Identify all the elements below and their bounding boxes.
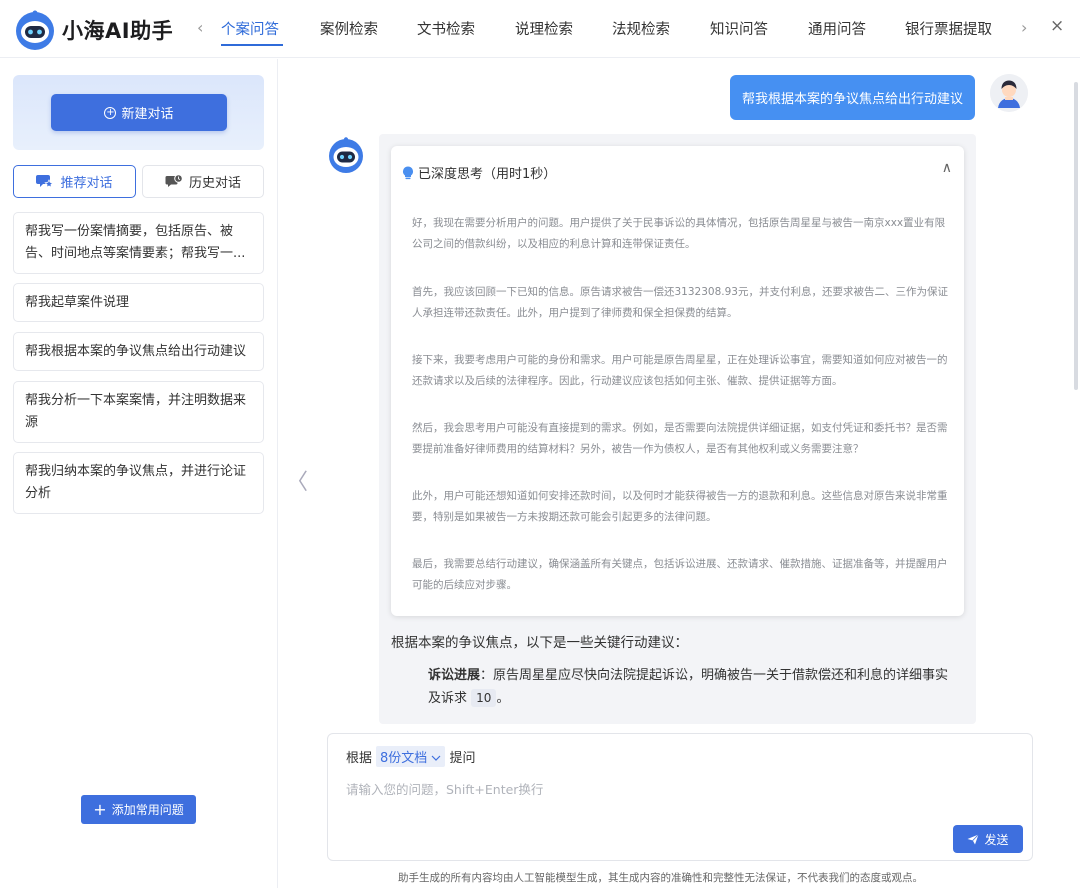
history-label: 历史对话	[188, 176, 241, 191]
history-chat-icon	[165, 174, 183, 187]
user-avatar-icon	[990, 74, 1028, 112]
close-icon[interactable]: ×	[1050, 16, 1064, 36]
documents-dropdown[interactable]: 8份文档	[376, 746, 446, 767]
suggestion-item[interactable]: 帮我归纳本案的争议焦点，并进行论证分析	[13, 452, 264, 514]
suggestion-item[interactable]: 帮我起草案件说理	[13, 283, 264, 322]
reference-badge[interactable]: 10	[471, 689, 497, 707]
thinking-paragraph: 然后，我会思考用户可能没有直接提到的需求。例如，是否需要向法院提供详细证据，如支…	[412, 422, 948, 455]
answer-intro: 根据本案的争议焦点，以下是一些关键行动建议：	[391, 635, 688, 651]
suggestion-item[interactable]: 帮我根据本案的争议焦点给出行动建议	[13, 332, 264, 371]
document-basis: 根据 8份文档 提问	[346, 746, 475, 767]
suggestion-item[interactable]: 帮我分析一下本案案情，并注明数据来源	[13, 381, 264, 443]
thinking-paragraph: 最后，我需要总结行动建议，确保涵盖所有关键点，包括诉讼进展、还款请求、催款措施、…	[412, 558, 948, 591]
tabs-prev-arrow[interactable]: ‹	[197, 18, 203, 37]
send-label: 发送	[984, 832, 1009, 847]
plus-circle-icon: +	[104, 106, 117, 119]
suggestion-item[interactable]: 帮我写一份案情摘要，包括原告、被告、时间地点等案情要素；帮我写一...	[13, 212, 264, 274]
new-chat-button[interactable]: + 新建对话	[51, 94, 227, 131]
answer-item-end: 。	[496, 691, 510, 706]
tab-bank-bill-extract[interactable]: 银行票据提取	[905, 18, 992, 39]
plus-icon: +	[93, 799, 107, 819]
tab-case-search[interactable]: 案例检索	[320, 18, 378, 39]
top-bar: 小海AI助手 ‹ 个案问答 案例检索 文书检索 说理检索 法规检索 知识问答 通…	[0, 0, 1080, 58]
chevron-up-icon[interactable]: ∧	[942, 160, 952, 176]
collapse-sidebar-arrow[interactable]: 〈	[286, 464, 308, 496]
scrollbar[interactable]	[1074, 82, 1078, 390]
question-input-box: 根据 8份文档 提问 发送	[327, 733, 1033, 861]
deep-thinking-panel: 已深度思考（用时1秒） ∧ 好，我现在需要分析用户的问题。用户提供了关于民事诉讼…	[391, 146, 964, 616]
recommended-label: 推荐对话	[60, 176, 113, 191]
basis-prefix: 根据	[346, 751, 373, 766]
thinking-paragraph: 首先，我应该回顾一下已知的信息。原告请求被告一偿还3132308.93元，并支付…	[412, 286, 948, 319]
answer-list-item: 诉讼进展：原告周星星应尽快向法院提起诉讼，明确被告一关于借款偿还和利息的详细事实…	[428, 664, 958, 710]
tab-general-qa[interactable]: 通用问答	[808, 18, 866, 39]
question-input[interactable]	[346, 782, 946, 797]
lightbulb-icon	[403, 166, 413, 179]
app-logo: 小海AI助手	[14, 9, 173, 51]
tab-history-chats[interactable]: 历史对话	[142, 165, 264, 198]
thinking-title: 已深度思考（用时1秒）	[418, 167, 557, 182]
sidebar: + 新建对话 推荐对话 历史对话 帮我写一份案情摘要，包括原告、被告、时间地点等…	[0, 59, 278, 888]
thinking-paragraph: 此外，用户可能还想知道如何安排还款时间，以及何时才能获得被告一方的退款和利息。这…	[412, 490, 948, 523]
send-button[interactable]: 发送	[953, 825, 1023, 853]
bot-answer-area: 已深度思考（用时1秒） ∧ 好，我现在需要分析用户的问题。用户提供了关于民事诉讼…	[379, 134, 976, 724]
user-avatar	[990, 74, 1028, 112]
app-title: 小海AI助手	[62, 19, 174, 43]
user-message-bubble: 帮我根据本案的争议焦点给出行动建议	[730, 75, 975, 120]
tab-document-search[interactable]: 文书检索	[417, 18, 475, 39]
tab-knowledge-qa[interactable]: 知识问答	[710, 18, 768, 39]
new-chat-panel: + 新建对话	[13, 75, 264, 150]
basis-suffix: 提问	[449, 751, 476, 766]
send-icon	[967, 833, 980, 844]
new-chat-label: 新建对话	[121, 107, 174, 122]
documents-label: 8份文档	[380, 751, 428, 766]
add-common-question-button[interactable]: + 添加常用问题	[81, 795, 196, 824]
tab-case-qa[interactable]: 个案问答	[221, 18, 279, 39]
thinking-header[interactable]: 已深度思考（用时1秒）	[402, 163, 556, 182]
bot-avatar-icon	[329, 137, 363, 173]
thinking-paragraph: 接下来，我要考虑用户可能的身份和需求。用户可能是原告周星星，正在处理诉讼事宜，需…	[412, 354, 948, 387]
robot-icon	[16, 10, 54, 50]
tab-reasoning-search[interactable]: 说理检索	[515, 18, 573, 39]
tab-law-search[interactable]: 法规检索	[612, 18, 670, 39]
tabs-next-arrow[interactable]: ›	[1021, 18, 1027, 37]
chat-bubble-icon	[36, 175, 55, 188]
tab-recommended-chats[interactable]: 推荐对话	[13, 165, 136, 198]
answer-item-title: 诉讼进展	[428, 668, 481, 683]
disclaimer-text: 助手生成的所有内容均由人工智能模型生成，其生成内容的准确性和完整性无法保证，不代…	[398, 872, 923, 884]
thinking-paragraph: 好，我现在需要分析用户的问题。用户提供了关于民事诉讼的具体情况，包括原告周星星与…	[412, 217, 946, 250]
chevron-down-icon	[432, 755, 441, 761]
active-tab-indicator	[221, 44, 283, 46]
add-common-label: 添加常用问题	[111, 803, 184, 817]
